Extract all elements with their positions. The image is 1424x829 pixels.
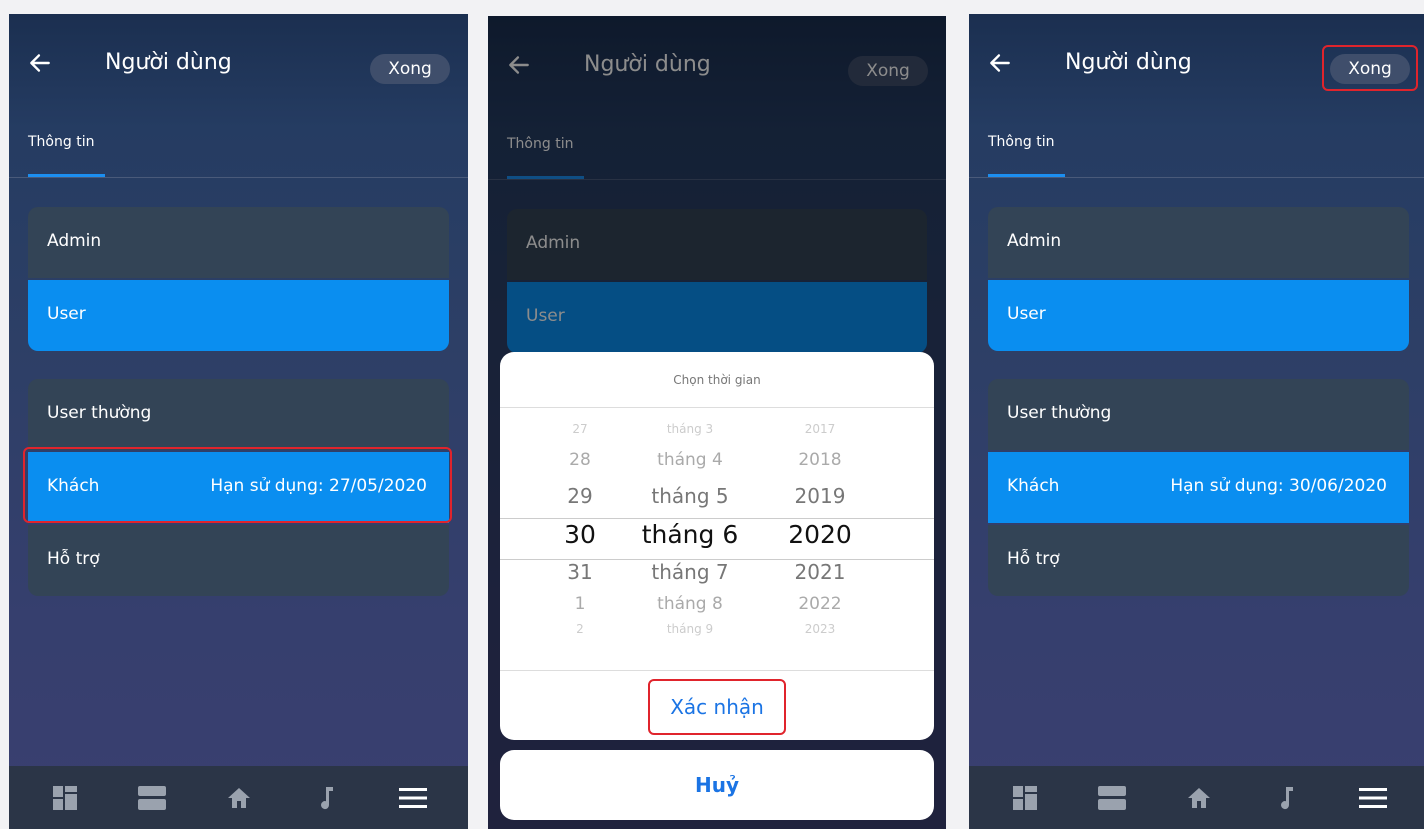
year-item[interactable]: 2023 xyxy=(770,622,870,636)
user-guest[interactable]: Khách Hạn sử dụng: 30/06/2020 xyxy=(988,452,1409,523)
year-item[interactable]: 2017 xyxy=(770,422,870,436)
user-label: Hỗ trợ xyxy=(47,549,100,569)
home-icon[interactable] xyxy=(1184,783,1214,813)
screen-user-list-after: Người dùng Xong Thông tin Admin User Use… xyxy=(969,14,1424,829)
year-item[interactable]: 2019 xyxy=(770,484,870,508)
page-title: Người dùng xyxy=(1065,50,1192,75)
confirm-area: Xác nhận xyxy=(500,670,934,740)
bottom-nav xyxy=(969,766,1424,829)
tab-info[interactable]: Thông tin xyxy=(28,134,94,150)
rooms-icon[interactable] xyxy=(137,783,167,813)
menu-icon[interactable] xyxy=(1358,783,1388,813)
month-column[interactable]: tháng 3 tháng 4 tháng 5 tháng 6 tháng 7 tháng… xyxy=(630,408,750,670)
month-item[interactable]: tháng 7 xyxy=(630,560,750,584)
day-item[interactable]: 31 xyxy=(540,560,620,584)
role-user[interactable]: User xyxy=(988,280,1409,351)
divider xyxy=(969,177,1424,178)
month-item[interactable]: tháng 9 xyxy=(630,622,750,636)
year-item[interactable]: 2021 xyxy=(770,560,870,584)
role-admin[interactable]: Admin xyxy=(28,207,449,278)
day-item[interactable]: 2 xyxy=(540,622,620,636)
role-admin[interactable]: Admin xyxy=(988,207,1409,278)
highlight-done-button xyxy=(1322,45,1418,91)
divider xyxy=(9,177,468,178)
user-label: User thường xyxy=(47,403,152,423)
rooms-icon[interactable] xyxy=(1097,783,1127,813)
day-item[interactable]: 28 xyxy=(540,450,620,470)
expiry-date: Hạn sử dụng: 30/06/2020 xyxy=(1170,476,1387,496)
bottom-nav xyxy=(9,766,468,829)
tab-info[interactable]: Thông tin xyxy=(988,134,1054,150)
year-item[interactable]: 2018 xyxy=(770,450,870,470)
user-label: Khách xyxy=(1007,476,1060,496)
confirm-button[interactable]: Xác nhận xyxy=(648,679,786,735)
back-arrow-icon[interactable] xyxy=(27,50,53,76)
role-group: Admin User xyxy=(28,207,449,351)
role-label: Admin xyxy=(47,231,102,251)
day-item[interactable]: 1 xyxy=(540,594,620,614)
role-group: Admin User xyxy=(988,207,1409,351)
screen-date-picker: Người dùng Xong Thông tin Admin User Chọ… xyxy=(488,16,946,829)
music-icon[interactable] xyxy=(311,783,341,813)
page-title: Người dùng xyxy=(105,50,232,75)
month-item[interactable]: tháng 3 xyxy=(630,422,750,436)
back-arrow-icon[interactable] xyxy=(987,50,1013,76)
month-item[interactable]: tháng 8 xyxy=(630,594,750,614)
role-label: User xyxy=(1007,304,1046,324)
month-item[interactable]: tháng 6 xyxy=(630,520,750,549)
header: Người dùng Xong xyxy=(9,14,468,119)
user-group: User thường Khách Hạn sử dụng: 30/06/202… xyxy=(988,379,1409,596)
dashboard-icon[interactable] xyxy=(50,783,80,813)
menu-icon[interactable] xyxy=(398,783,428,813)
screen-user-list-before: Người dùng Xong Thông tin Admin User Use… xyxy=(9,14,468,829)
home-icon[interactable] xyxy=(224,783,254,813)
role-label: User xyxy=(47,304,86,324)
cancel-button[interactable]: Huỷ xyxy=(500,750,934,820)
year-column[interactable]: 2017 2018 2019 2020 2021 2022 2023 xyxy=(770,408,870,670)
role-user[interactable]: User xyxy=(28,280,449,351)
user-label: Hỗ trợ xyxy=(1007,549,1060,569)
dashboard-icon[interactable] xyxy=(1010,783,1040,813)
picker-title: Chọn thời gian xyxy=(500,352,934,408)
day-column[interactable]: 27 28 29 30 31 1 2 xyxy=(540,408,620,670)
role-label: Admin xyxy=(1007,231,1062,251)
music-icon[interactable] xyxy=(1271,783,1301,813)
day-item[interactable]: 27 xyxy=(540,422,620,436)
day-item[interactable]: 29 xyxy=(540,484,620,508)
month-item[interactable]: tháng 4 xyxy=(630,450,750,470)
user-regular[interactable]: User thường xyxy=(988,379,1409,450)
day-item[interactable]: 30 xyxy=(540,520,620,549)
date-picker-wheel[interactable]: 27 28 29 30 31 1 2 tháng 3 tháng 4 tháng 5 tháng … xyxy=(500,408,934,670)
user-regular[interactable]: User thường xyxy=(28,379,449,450)
date-picker-sheet: Chọn thời gian 27 28 29 30 31 1 2 tháng 3 tháng… xyxy=(500,352,934,740)
user-label: User thường xyxy=(1007,403,1112,423)
done-button[interactable]: Xong xyxy=(370,54,450,84)
highlight-guest-row xyxy=(23,447,452,523)
month-item[interactable]: tháng 5 xyxy=(630,484,750,508)
user-support[interactable]: Hỗ trợ xyxy=(28,525,449,596)
year-item[interactable]: 2022 xyxy=(770,594,870,614)
user-support[interactable]: Hỗ trợ xyxy=(988,525,1409,596)
year-item[interactable]: 2020 xyxy=(770,520,870,549)
